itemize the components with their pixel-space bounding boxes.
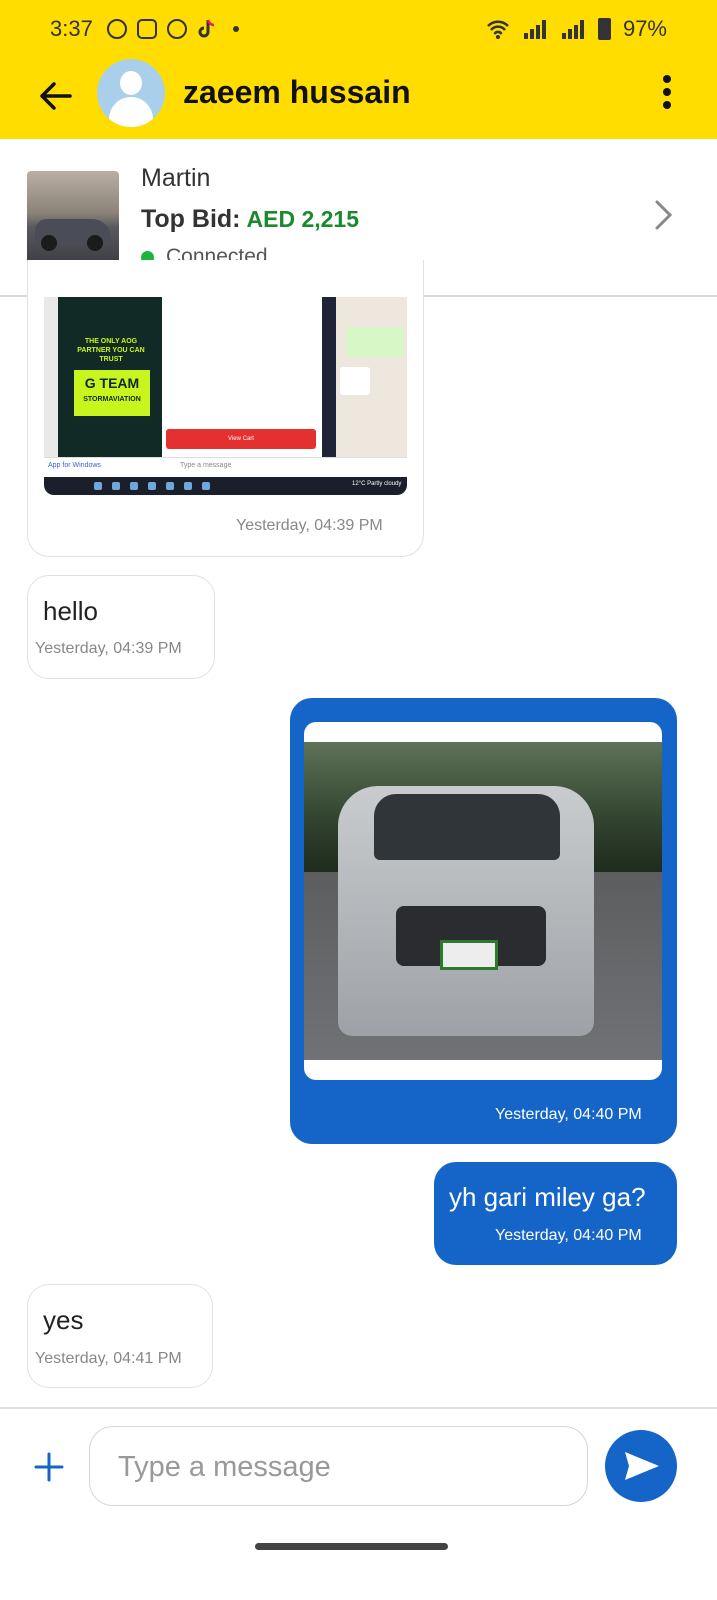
notification-icons [106, 18, 239, 40]
message-time: Yesterday, 04:39 PM [236, 517, 383, 534]
messenger-icon [166, 19, 187, 39]
top-bid-label: Top Bid: [141, 205, 241, 233]
chat-header: zaeem hussain [0, 58, 717, 139]
more-options-icon[interactable] [660, 72, 674, 112]
message-text: yh gari miley ga? [449, 1182, 646, 1212]
back-arrow-icon[interactable] [36, 76, 76, 116]
message-text: hello [43, 596, 98, 626]
home-indicator[interactable] [255, 1543, 448, 1550]
ad-banner: THE ONLY AOG PARTNER YOU CAN TRUST G TEA… [58, 297, 162, 457]
screenshot-image[interactable]: THE ONLY AOG PARTNER YOU CAN TRUST G TEA… [44, 297, 407, 495]
car-photo-frame[interactable] [304, 722, 662, 1080]
message-input[interactable]: Type a message [89, 1426, 588, 1506]
seller-name: Martin [141, 164, 211, 192]
wifi-icon [487, 20, 509, 39]
top-bid: Top Bid: AED 2,215 [141, 205, 359, 234]
message-time: Yesterday, 04:39 PM [35, 640, 182, 657]
message-bubble-incoming[interactable]: yes Yesterday, 04:41 PM [27, 1284, 213, 1388]
battery-level: 97% [622, 16, 667, 41]
chevron-right-icon[interactable] [652, 197, 676, 233]
message-bubble-outgoing[interactable]: yh gari miley ga? Yesterday, 04:40 PM [434, 1162, 677, 1265]
tiktok-icon [198, 19, 214, 38]
attach-plus-icon[interactable] [34, 1452, 64, 1482]
instagram-icon [136, 19, 157, 39]
contact-avatar[interactable] [97, 59, 165, 127]
message-time: Yesterday, 04:40 PM [495, 1227, 642, 1244]
message-text: yes [43, 1305, 84, 1335]
signal-icon-2 [561, 20, 584, 39]
message-time: Yesterday, 04:41 PM [35, 1350, 182, 1367]
composer-divider [0, 1407, 717, 1409]
signal-icon [523, 20, 546, 39]
status-bar: 3:37 97% [0, 0, 717, 58]
system-status: 97% [486, 16, 667, 42]
status-time: 3:37 [50, 16, 93, 41]
top-bid-amount: AED 2,215 [246, 206, 360, 232]
facebook-icon [106, 19, 127, 39]
message-bubble-incoming[interactable]: hello Yesterday, 04:39 PM [27, 575, 215, 679]
send-button[interactable] [605, 1430, 677, 1502]
message-time: Yesterday, 04:40 PM [495, 1106, 642, 1123]
more-notifications-dot [232, 26, 239, 32]
car-thumbnail [27, 171, 119, 264]
car-photo [304, 742, 662, 1060]
send-icon [625, 1452, 659, 1480]
battery-icon [597, 18, 611, 40]
contact-name[interactable]: zaeem hussain [183, 74, 411, 111]
message-bubble-outgoing[interactable]: Yesterday, 04:40 PM [290, 698, 677, 1144]
